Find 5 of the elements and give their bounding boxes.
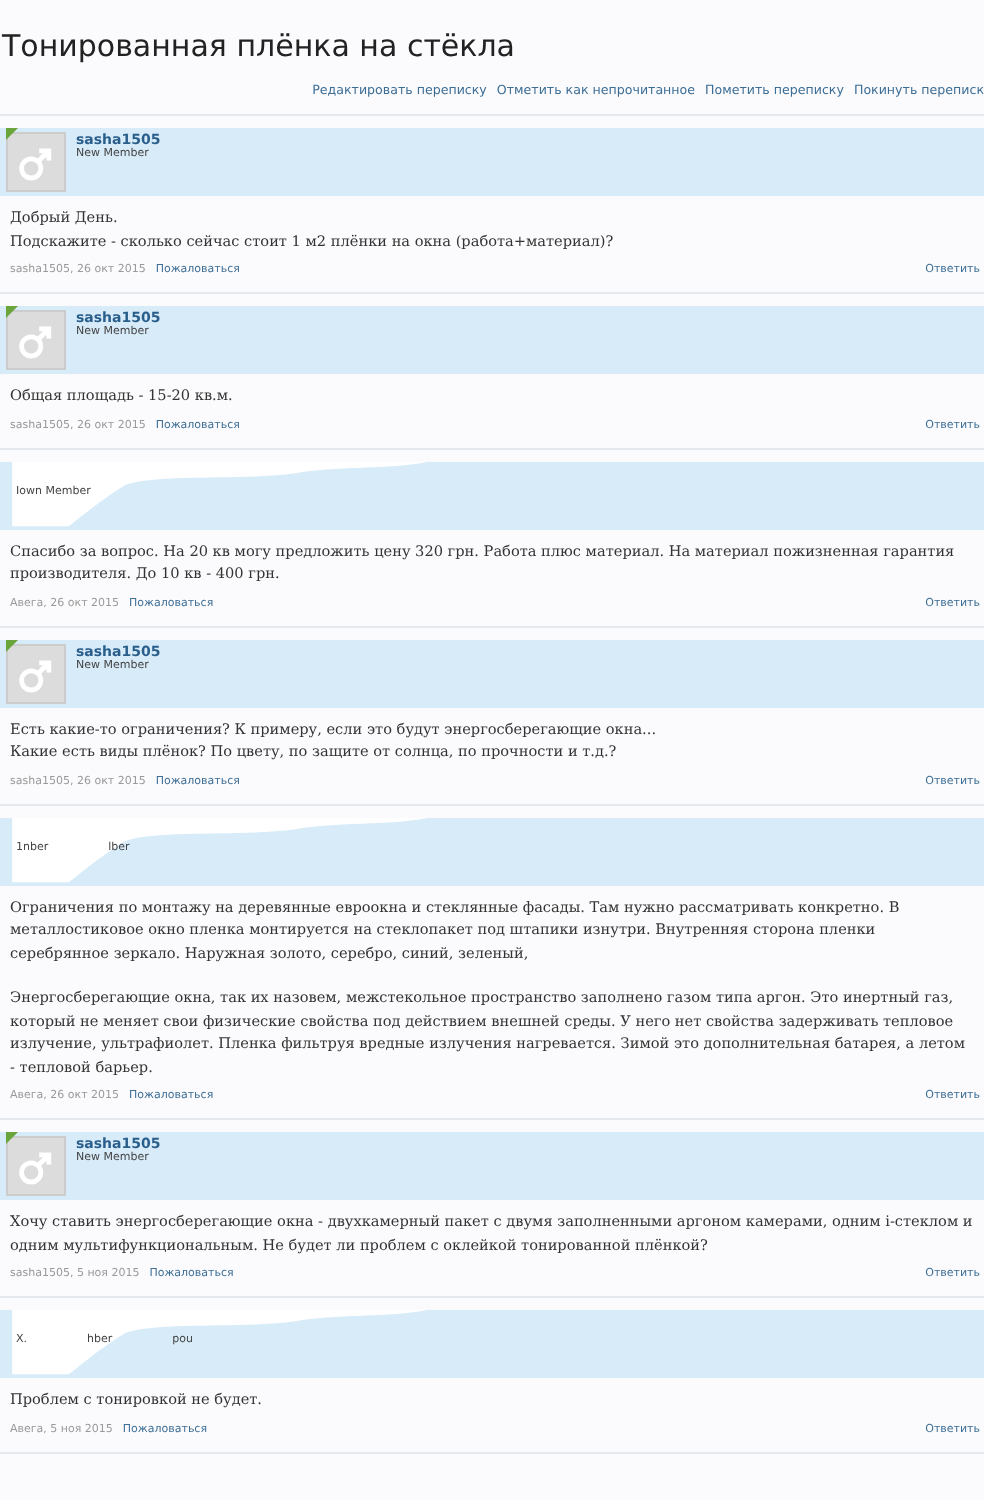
avatar[interactable] — [6, 132, 66, 192]
avatar[interactable] — [6, 643, 66, 703]
avatar[interactable] — [6, 310, 66, 370]
avatar[interactable] — [6, 1136, 66, 1196]
thread-title: Тонированная плёнка на стёкла — [2, 28, 517, 64]
